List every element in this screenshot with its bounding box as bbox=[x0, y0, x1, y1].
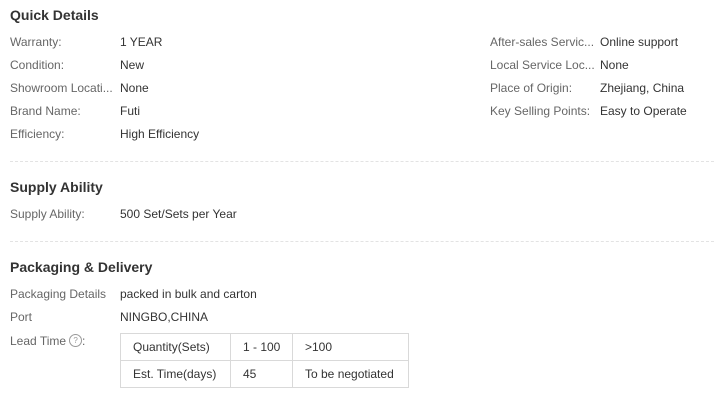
detail-value: Futi bbox=[120, 104, 141, 118]
lead-time-label-row: Lead Time?: bbox=[10, 333, 120, 349]
detail-value: 1 YEAR bbox=[120, 35, 163, 49]
detail-label: Packaging Details bbox=[10, 287, 107, 301]
section-divider bbox=[10, 161, 714, 162]
detail-label: After-sales Servic... bbox=[490, 35, 595, 49]
detail-label: Efficiency: bbox=[10, 127, 65, 141]
lead-time-table: Quantity(Sets) 1 - 100 >100 Est. Time(da… bbox=[120, 333, 409, 388]
packaging-delivery-title: Packaging & Delivery bbox=[10, 259, 153, 275]
detail-label: Condition: bbox=[10, 58, 65, 72]
detail-row-port: Port NINGBO,CHINA bbox=[10, 309, 410, 325]
detail-row-efficiency: Efficiency: High Efficiency bbox=[10, 126, 340, 142]
detail-row-local-service: Local Service Loc... None bbox=[490, 57, 710, 73]
detail-value: Online support bbox=[600, 35, 679, 49]
quick-details-title: Quick Details bbox=[10, 7, 99, 23]
lead-time-text: Lead Time bbox=[10, 334, 67, 348]
supply-ability-title: Supply Ability bbox=[10, 179, 103, 195]
detail-row-origin: Place of Origin: Zhejiang, China bbox=[490, 80, 710, 96]
detail-row-packaging: Packaging Details packed in bulk and car… bbox=[10, 286, 410, 302]
detail-row-after-sales: After-sales Servic... Online support bbox=[490, 34, 710, 50]
table-header-cell: >100 bbox=[292, 333, 409, 361]
detail-label: Place of Origin: bbox=[490, 81, 573, 95]
table-cell: Est. Time(days) bbox=[120, 360, 231, 388]
lead-time-label: Lead Time?: bbox=[10, 334, 86, 348]
detail-label: Local Service Loc... bbox=[490, 58, 595, 72]
detail-value: Easy to Operate bbox=[600, 104, 687, 118]
detail-label: Supply Ability: bbox=[10, 207, 85, 221]
detail-label: Port bbox=[10, 310, 33, 324]
detail-row-supply: Supply Ability: 500 Set/Sets per Year bbox=[10, 206, 410, 222]
detail-row-warranty: Warranty: 1 YEAR bbox=[10, 34, 340, 50]
table-cell: 45 bbox=[230, 360, 293, 388]
detail-label: Brand Name: bbox=[10, 104, 81, 118]
detail-row-brand: Brand Name: Futi bbox=[10, 103, 340, 119]
table-cell: To be negotiated bbox=[292, 360, 409, 388]
detail-row-condition: Condition: New bbox=[10, 57, 340, 73]
detail-value: Zhejiang, China bbox=[600, 81, 685, 95]
section-divider bbox=[10, 241, 714, 242]
detail-value: NINGBO,CHINA bbox=[120, 310, 209, 324]
detail-value: packed in bulk and carton bbox=[120, 287, 257, 301]
detail-value: New bbox=[120, 58, 145, 72]
detail-label: Key Selling Points: bbox=[490, 104, 591, 118]
table-header-cell: 1 - 100 bbox=[230, 333, 293, 361]
detail-label: Showroom Locati... bbox=[10, 81, 113, 95]
table-header-cell: Quantity(Sets) bbox=[120, 333, 231, 361]
table-row: Est. Time(days) 45 To be negotiated bbox=[120, 360, 409, 388]
detail-value: 500 Set/Sets per Year bbox=[120, 207, 237, 221]
help-icon[interactable]: ? bbox=[69, 334, 83, 348]
detail-value: None bbox=[120, 81, 149, 95]
detail-row-selling-points: Key Selling Points: Easy to Operate bbox=[490, 103, 710, 119]
detail-value: High Efficiency bbox=[120, 127, 200, 141]
table-row: Quantity(Sets) 1 - 100 >100 bbox=[120, 333, 409, 361]
detail-label: Warranty: bbox=[10, 35, 62, 49]
detail-value: None bbox=[600, 58, 629, 72]
detail-row-showroom: Showroom Locati... None bbox=[10, 80, 340, 96]
